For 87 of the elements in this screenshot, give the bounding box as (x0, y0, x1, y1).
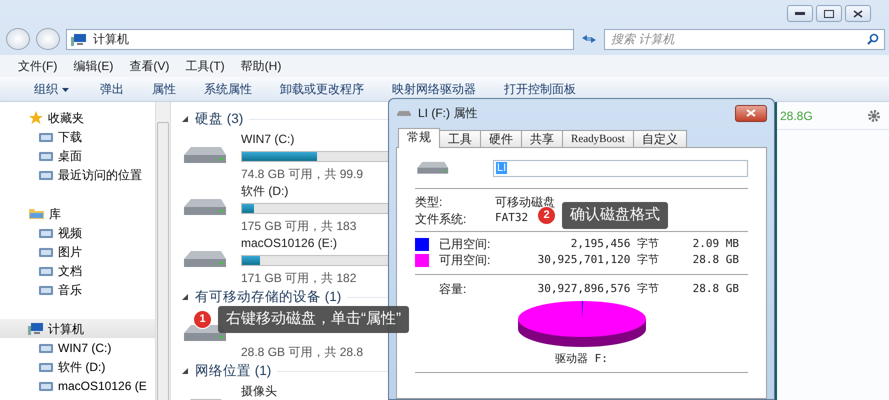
tab[interactable]: 自定义 (632, 130, 687, 147)
close-icon (746, 109, 756, 117)
item-icon (38, 264, 54, 276)
item-icon (38, 168, 54, 180)
item-icon (38, 380, 54, 392)
collapse-icon[interactable] (181, 293, 189, 301)
star-icon (28, 110, 44, 125)
sidebar-item[interactable]: 收藏夹 (0, 108, 155, 127)
breadcrumb-text[interactable]: 计算机 (93, 30, 129, 48)
callout-text: 右键移动磁盘，单击“属性” (218, 306, 409, 332)
menu-item[interactable]: 文件(F) (18, 57, 58, 75)
byte-count: 2,195,456 字节 (570, 236, 659, 252)
sidebar-item[interactable]: 下载 (0, 127, 155, 146)
group-heading[interactable]: 硬盘 (3) (195, 108, 244, 130)
settings-icon[interactable] (867, 108, 881, 122)
property-label: 类型: (415, 194, 444, 210)
search-field[interactable]: 搜索 计算机 (604, 28, 885, 50)
tab[interactable]: 常规 (398, 128, 440, 148)
sidebar-item[interactable]: 视频 (0, 223, 155, 242)
drive-space-text: 171 GB 可用，共 182 (241, 270, 356, 287)
scrollbar[interactable] (155, 102, 171, 400)
menu-item[interactable]: 查看(V) (129, 57, 170, 75)
item-icon (38, 226, 54, 238)
toolbar-button[interactable]: 打开控制面板 (490, 80, 590, 98)
dialog-title: LI (F:) 属性 (418, 105, 478, 122)
item-icon (38, 360, 54, 372)
item-icon (38, 342, 54, 354)
tab[interactable]: 共享 (521, 130, 563, 147)
group-heading[interactable]: 网络位置 (1) (195, 360, 272, 382)
menu-item[interactable]: 编辑(E) (73, 57, 114, 75)
sidebar-item[interactable]: 桌面 (0, 146, 155, 165)
drive-name[interactable]: 摄像头 (241, 382, 277, 400)
toolbar-button[interactable]: 卸载或更改程序 (266, 80, 378, 98)
size-value: 2.09 MB (692, 236, 739, 252)
sidebar-item[interactable]: WIN7 (C:) (0, 338, 155, 357)
toolbar-button[interactable]: 系统属性 (190, 80, 266, 98)
property-value: FAT32 (495, 210, 528, 226)
tab[interactable]: ReadyBoost (562, 130, 634, 147)
sidebar-item[interactable]: macOS10126 (E (0, 376, 155, 395)
item-icon (38, 150, 54, 162)
sidebar-item[interactable]: 计算机 (0, 319, 155, 338)
free-space-text: 28.8G (780, 108, 813, 124)
menu-item[interactable]: 工具(T) (185, 57, 225, 75)
tab[interactable]: 硬件 (480, 130, 522, 147)
drive-space-text: 175 GB 可用，共 183 (241, 218, 356, 235)
toolbar-button[interactable]: 弹出 (86, 80, 138, 98)
sidebar-item[interactable]: 文档 (0, 261, 155, 280)
space-label: 已用空间: (439, 236, 492, 253)
sidebar-item[interactable]: 最近访问的位置 (0, 165, 155, 184)
computer-icon (71, 32, 87, 46)
group-heading[interactable]: 有可移动存储的设备 (1) (195, 286, 342, 308)
callout-text: 确认磁盘格式 (562, 202, 668, 228)
sidebar-item[interactable]: 软件 (D:) (0, 357, 155, 376)
refresh-icon[interactable] (580, 32, 598, 46)
toolbar-button[interactable]: 属性 (138, 80, 190, 98)
drive-space-text: 28.8 GB 可用，共 28.8 (241, 344, 364, 361)
collapse-icon[interactable] (181, 115, 189, 123)
toolbar-button[interactable]: 映射网络驱动器 (378, 80, 490, 98)
folder-icon (28, 207, 45, 220)
address-field[interactable]: 计算机 (66, 28, 574, 50)
toolbar-button[interactable]: 组织 (20, 80, 86, 98)
drive-label: 驱动器 F: (554, 351, 609, 367)
menu-item[interactable]: 帮助(H) (240, 57, 282, 75)
byte-count: 30,927,896,576 字节 (536, 280, 659, 297)
size-value: 28.8 GB (692, 252, 739, 268)
close-icon (853, 10, 863, 18)
sidebar-item[interactable]: 音乐 (0, 280, 155, 299)
minimize-icon (795, 12, 805, 16)
maximize-icon (824, 10, 834, 18)
item-icon (38, 130, 54, 142)
drive-space-text: 74.8 GB 可用，共 99.9 (241, 166, 364, 183)
computer-icon (28, 322, 44, 335)
byte-count: 30,925,701,120 字节 (536, 252, 659, 268)
close-button[interactable] (845, 5, 871, 22)
tab[interactable]: 工具 (439, 130, 481, 147)
item-icon (38, 284, 54, 296)
property-label: 文件系统: (415, 210, 468, 228)
close-button[interactable] (735, 104, 767, 122)
minimize-button[interactable] (787, 5, 813, 22)
space-label: 可用空间: (439, 252, 492, 269)
maximize-button[interactable] (816, 5, 842, 22)
size-value: 28.8 GB (692, 280, 739, 297)
sidebar-item[interactable]: 图片 (0, 242, 155, 261)
collapse-icon[interactable] (181, 367, 189, 375)
sidebar-item[interactable]: 库 (0, 204, 155, 223)
item-icon (38, 246, 54, 258)
space-label: 容量: (439, 281, 468, 298)
